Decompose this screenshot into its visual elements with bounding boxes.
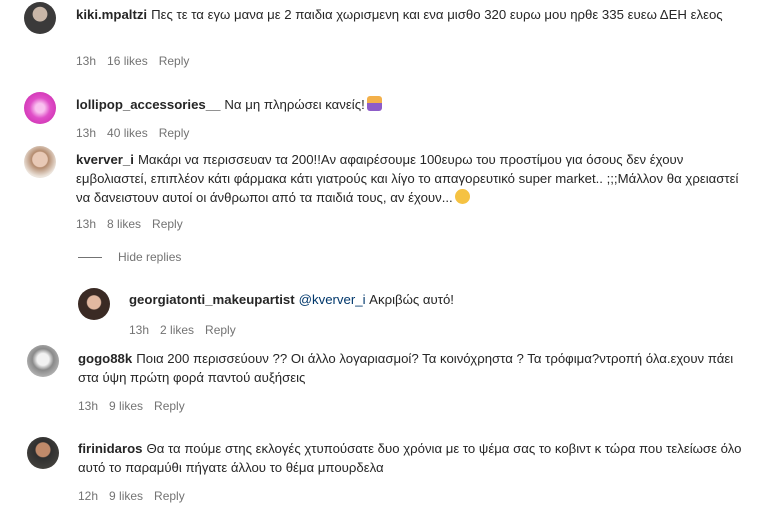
comment-text: lollipop_accessories__ Να μη πληρώσει καν… — [76, 95, 756, 114]
comment-meta: 12h 9 likes Reply — [78, 489, 196, 503]
reply-button[interactable]: Reply — [159, 126, 190, 140]
comment-username[interactable]: firinidaros — [78, 441, 142, 456]
comment-time[interactable]: 13h — [78, 399, 98, 413]
comment-text: gogo88k Ποια 200 περισσεύουν ?? Οι άλλο λ… — [78, 349, 748, 387]
comment-time[interactable]: 13h — [129, 323, 149, 337]
reply-button[interactable]: Reply — [154, 399, 185, 413]
comment-username[interactable]: kverver_i — [76, 152, 134, 167]
avatar[interactable] — [27, 345, 59, 377]
comment-meta: 13h 40 likes Reply — [76, 126, 200, 140]
likes-count[interactable]: 9 likes — [109, 489, 143, 503]
comment-text: firinidaros Θα τα πούμε στης εκλογές χτυπ… — [78, 439, 748, 477]
likes-count[interactable]: 9 likes — [109, 399, 143, 413]
comment-meta: 13h 8 likes Reply — [76, 217, 194, 231]
likes-count[interactable]: 8 likes — [107, 217, 141, 231]
person-shrugging-emoji-icon — [366, 96, 382, 111]
likes-count[interactable]: 2 likes — [160, 323, 194, 337]
divider — [78, 256, 102, 258]
comment-meta: 13h 16 likes Reply — [76, 54, 200, 68]
sad-face-emoji-icon — [454, 189, 470, 204]
comment-body: Ποια 200 περισσεύουν ?? Οι άλλο λογαριασ… — [78, 351, 734, 385]
likes-count[interactable]: 16 likes — [107, 54, 148, 68]
avatar[interactable] — [78, 288, 110, 320]
comment-time[interactable]: 12h — [78, 489, 98, 503]
comment-username[interactable]: gogo88k — [78, 351, 132, 366]
comment-body: Μακάρι να περισσευαν τα 200!!Αν αφαιρέσο… — [76, 152, 739, 205]
reply-button[interactable]: Reply — [159, 54, 190, 68]
comment-text: kiki.mpaltzi Πες τε τα εγω μανα με 2 παιδ… — [76, 5, 756, 24]
comment-meta: 13h 9 likes Reply — [78, 399, 196, 413]
avatar[interactable] — [24, 146, 56, 178]
comment-meta: 13h 2 likes Reply — [129, 323, 247, 337]
comment-body: Θα τα πούμε στης εκλογές χτυπούσατε δυο … — [78, 441, 742, 475]
likes-count[interactable]: 40 likes — [107, 126, 148, 140]
comment-body: Να μη πληρώσει κανείς! — [224, 97, 365, 112]
comment-body: Ακριβώς αυτό! — [365, 292, 454, 307]
hide-replies-label: Hide replies — [118, 250, 182, 264]
comment-text: georgiatonti_makeupartist @kverver_i Ακρι… — [129, 290, 749, 309]
avatar[interactable] — [27, 437, 59, 469]
mention-link[interactable]: @kverver_i — [299, 292, 366, 307]
comment-username[interactable]: lollipop_accessories__ — [76, 97, 220, 112]
reply-button[interactable]: Reply — [205, 323, 236, 337]
comment-time[interactable]: 13h — [76, 54, 96, 68]
comment-username[interactable]: kiki.mpaltzi — [76, 7, 147, 22]
comment-username[interactable]: georgiatonti_makeupartist — [129, 292, 295, 307]
avatar[interactable] — [24, 92, 56, 124]
hide-replies-button[interactable]: Hide replies — [78, 250, 181, 264]
comment-body: Πες τε τα εγω μανα με 2 παιδια χωρισμενη… — [151, 7, 723, 22]
avatar[interactable] — [24, 2, 56, 34]
comment-time[interactable]: 13h — [76, 126, 96, 140]
comment-text: kverver_i Μακάρι να περισσευαν τα 200!!Αν… — [76, 150, 756, 207]
comment-time[interactable]: 13h — [76, 217, 96, 231]
reply-button[interactable]: Reply — [152, 217, 183, 231]
reply-button[interactable]: Reply — [154, 489, 185, 503]
